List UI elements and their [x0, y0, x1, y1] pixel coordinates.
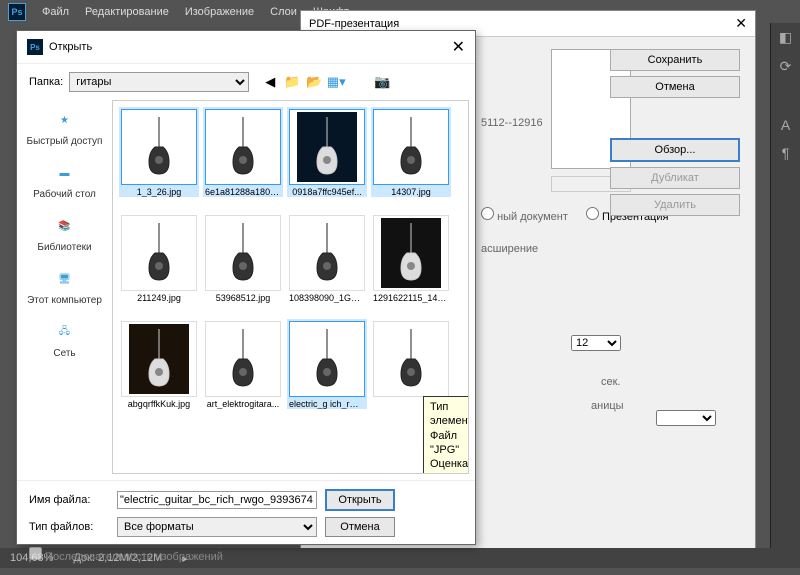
new-folder-icon[interactable]: 📂	[305, 73, 323, 91]
filename-input[interactable]	[117, 491, 317, 509]
extension-label: асширение	[481, 243, 740, 255]
file-name: 1_3_26.jpg	[119, 187, 199, 197]
menu-file[interactable]: Файл	[34, 6, 77, 18]
file-name: 6e1a81288a18034...	[203, 187, 283, 197]
open-button[interactable]: Открыть	[325, 489, 395, 511]
file-thumb[interactable]: art_elektrogitara...	[203, 319, 283, 409]
browse-button[interactable]: Обзор...	[610, 138, 740, 162]
file-name: abgqrffkKuk.jpg	[119, 399, 199, 409]
close-icon[interactable]: ✕	[452, 37, 465, 57]
file-name: 108398090_1GG.jpg	[287, 293, 367, 303]
file-thumb[interactable]: 211249.jpg	[119, 213, 199, 303]
view-icon[interactable]: ▦▾	[327, 73, 345, 91]
open-title-text: Открыть	[49, 41, 92, 53]
file-name: 53968512.jpg	[203, 293, 283, 303]
places-sidebar: ★Быстрый доступ ▬Рабочий стол 📚Библиотек…	[17, 100, 112, 480]
folder-select[interactable]: гитары	[69, 72, 249, 92]
tool-char-icon[interactable]: A	[771, 111, 800, 139]
sequence-checkbox[interactable]: Последовательность изображений	[29, 551, 223, 563]
pages-select[interactable]	[656, 410, 716, 426]
file-thumb[interactable]: electric_g ich_rwgo	[287, 319, 367, 409]
tool-history-icon[interactable]: ⟳	[771, 52, 800, 81]
file-thumb[interactable]: abgqrffkKuk.jpg	[119, 319, 199, 409]
save-button[interactable]: Сохранить	[610, 49, 740, 71]
file-name: art_elektrogitara...	[203, 399, 283, 409]
file-thumb[interactable]: 14307.jpg	[371, 107, 451, 197]
place-computer[interactable]: 🖥Этот компьютер	[19, 265, 110, 306]
place-libraries[interactable]: 📚Библиотеки	[19, 212, 110, 253]
file-thumb[interactable]: 53968512.jpg	[203, 213, 283, 303]
tools-panel: ◧ ⟳ A ¶	[770, 23, 800, 563]
place-network[interactable]: 🖧Сеть	[19, 318, 110, 359]
cancel-button[interactable]: Отмена	[325, 517, 395, 537]
ps-small-icon: Ps	[27, 39, 43, 55]
file-tooltip: Тип элемента: Файл "JPG" Оценка: Без оце…	[423, 396, 469, 474]
file-thumb[interactable]: 108398090_1GG.jpg	[287, 213, 367, 303]
file-name: 14307.jpg	[371, 187, 451, 197]
file-thumb[interactable]: 6e1a81288a18034...	[203, 107, 283, 197]
sec-label: сек.	[601, 376, 740, 388]
file-name: 211249.jpg	[119, 293, 199, 303]
filename-label: Имя файла:	[29, 494, 109, 506]
camera-icon[interactable]: 📷	[373, 73, 391, 91]
place-desktop[interactable]: ▬Рабочий стол	[19, 159, 110, 200]
tool-swatches-icon[interactable]: ◧	[771, 23, 800, 52]
folder-label: Папка:	[29, 76, 63, 88]
close-icon[interactable]: ✕	[735, 15, 747, 32]
files-grid[interactable]: 1_3_26.jpg 6e1a81288a18034... 0918a7ffc945…	[112, 100, 469, 474]
ps-app-icon: Ps	[8, 3, 26, 21]
doc-radio[interactable]: ный документ	[481, 211, 568, 223]
open-file-dialog: Ps Открыть ✕ Папка: гитары ◀ 📁 📂 ▦▾ 📷 ★Б…	[16, 30, 476, 545]
filetype-select[interactable]: Все форматы	[117, 517, 317, 537]
size-select[interactable]: 12	[571, 335, 621, 351]
back-icon[interactable]: ◀	[261, 73, 279, 91]
tool-para-icon[interactable]: ¶	[771, 139, 800, 167]
cancel-button[interactable]: Отмена	[610, 76, 740, 98]
delete-button[interactable]: Удалить	[610, 194, 740, 216]
place-quick-access[interactable]: ★Быстрый доступ	[19, 106, 110, 147]
filetype-label: Тип файлов:	[29, 521, 109, 533]
duplicate-button[interactable]: Дубликат	[610, 167, 740, 189]
file-thumb[interactable]: 0918a7ffc945ef...	[287, 107, 367, 197]
menu-image[interactable]: Изображение	[177, 6, 262, 18]
file-name: 0918a7ffc945ef...	[287, 187, 367, 197]
file-thumb[interactable]: 1_3_26.jpg	[119, 107, 199, 197]
menu-edit[interactable]: Редактирование	[77, 6, 177, 18]
file-name: 1291622115_1443...	[371, 293, 451, 303]
menu-layers[interactable]: Слои	[262, 6, 305, 18]
pdf-title-text: PDF-презентация	[309, 18, 399, 30]
file-name: electric_g ich_rwgo	[287, 399, 367, 409]
file-thumb[interactable]: 1291622115_1443...	[371, 213, 451, 303]
up-icon[interactable]: 📁	[283, 73, 301, 91]
